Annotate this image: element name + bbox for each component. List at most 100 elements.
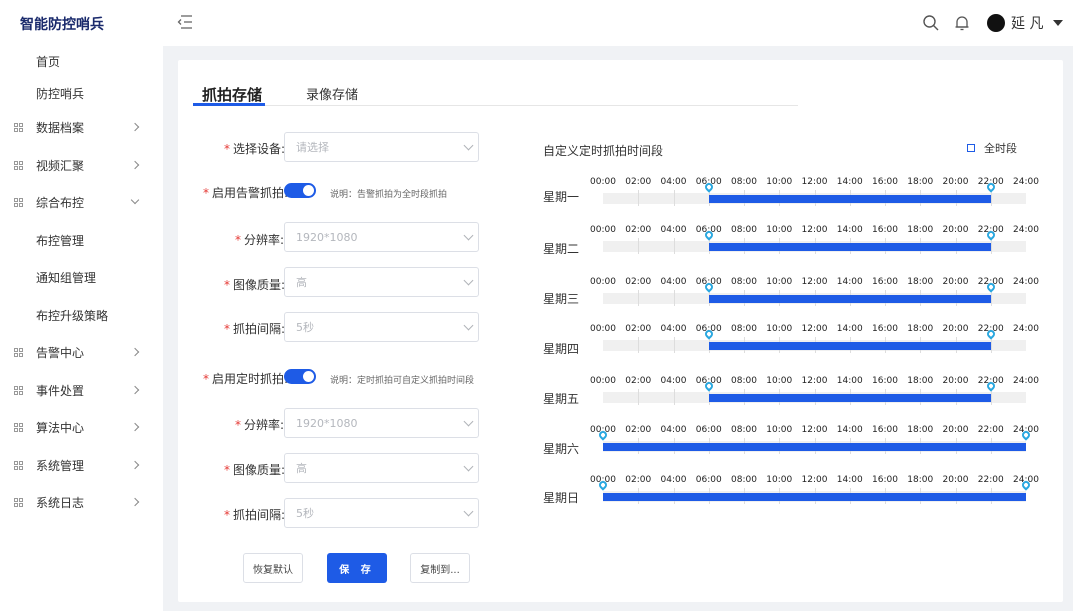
time-tick-label: 06:00: [695, 425, 722, 435]
timeline-gridline: [638, 238, 640, 254]
chevron-right-icon: [130, 122, 140, 132]
tab-video-storage[interactable]: 录像存储: [306, 84, 358, 103]
time-tick-label: 02:00: [625, 475, 652, 485]
sidebar-item[interactable]: 首页: [0, 46, 163, 76]
time-tick-label: 16:00: [872, 277, 898, 287]
time-tick-label: 10:00: [766, 475, 793, 485]
time-tick-label: 04:00: [660, 376, 687, 386]
time-tick-label: 12:00: [801, 277, 828, 287]
sidebar-item[interactable]: 系统管理: [0, 450, 163, 480]
scheduled-time-range[interactable]: [603, 443, 1026, 451]
scheduled-time-range[interactable]: [603, 493, 1026, 501]
timeline-gridline: [638, 290, 640, 306]
chevron-down-icon: [463, 140, 474, 151]
timed-interval-select[interactable]: 5秒: [284, 498, 479, 528]
chevron-right-icon: [130, 385, 140, 395]
time-tick-label: 04:00: [660, 277, 687, 287]
caret-down-icon: [1053, 20, 1064, 26]
sidebar-item-label: 防控哨兵: [36, 86, 85, 101]
reset-default-button[interactable]: 恢复默认: [243, 553, 303, 583]
time-tick-label: 22:00: [977, 425, 1004, 435]
sidebar-item-label: 算法中心: [36, 420, 85, 435]
resolution-label: * 分辨率:: [235, 233, 285, 247]
sidebar-item[interactable]: 事件处置: [0, 375, 163, 405]
timed-snapshot-note: 说明：定时抓拍可自定义抓拍时间段: [330, 376, 475, 386]
sidebar-item-label: 数据档案: [36, 120, 85, 135]
sidebar-item[interactable]: 布控升级策略: [0, 300, 163, 330]
interval-label: * 抓拍间隔:: [224, 322, 286, 336]
timed-snapshot-toggle[interactable]: [284, 369, 316, 384]
menu-grid-icon: [14, 422, 23, 432]
weekday-label: 星期三: [543, 292, 580, 306]
time-tick-label: 18:00: [907, 475, 934, 485]
chevron-down-icon: [463, 320, 474, 331]
interval-select[interactable]: 5秒: [284, 312, 479, 342]
save-button[interactable]: 保 存: [327, 553, 387, 583]
schedule-title: 自定义定时抓拍时间段: [543, 144, 664, 158]
sidebar-item[interactable]: 算法中心: [0, 412, 163, 442]
timed-snapshot-label: * 启用定时抓拍:: [203, 372, 289, 386]
time-tick-label: 24:00: [1013, 324, 1039, 334]
time-tick-label: 12:00: [801, 376, 828, 386]
timeline-gridline: [638, 389, 640, 405]
time-tick-label: 10:00: [766, 324, 793, 334]
time-tick-label: 04:00: [660, 177, 687, 187]
menu-grid-icon: [14, 197, 23, 207]
time-tick-label: 02:00: [625, 177, 652, 187]
time-tick-label: 00:00: [590, 376, 616, 386]
time-tick-label: 20:00: [942, 177, 969, 187]
time-tick-label: 00:00: [590, 225, 616, 235]
device-label: * 选择设备:: [224, 142, 286, 156]
app-title: 智能防控哨兵: [20, 17, 104, 33]
time-tick-label: 10:00: [766, 225, 793, 235]
time-tick-label: 22:00: [977, 475, 1004, 485]
menu-grid-icon: [14, 122, 23, 132]
weekday-label: 星期五: [543, 392, 580, 406]
alarm-snapshot-note: 说明：告警抓拍为全时段抓拍: [330, 190, 448, 200]
scheduled-time-range[interactable]: [708, 195, 991, 203]
sidebar-item[interactable]: 防控哨兵: [0, 78, 163, 108]
timed-quality-select[interactable]: 高: [284, 453, 479, 483]
bell-icon[interactable]: [953, 14, 971, 32]
sidebar-item[interactable]: 数据档案: [0, 112, 163, 142]
sidebar-item[interactable]: 系统日志: [0, 487, 163, 517]
user-menu[interactable]: 延 凡: [987, 13, 1064, 33]
time-tick-label: 14:00: [836, 225, 863, 235]
sidebar-item[interactable]: 布控管理: [0, 225, 163, 255]
scheduled-time-range[interactable]: [708, 243, 991, 251]
time-tick-label: 18:00: [907, 425, 934, 435]
device-select[interactable]: 请选择: [284, 132, 479, 162]
tab-snapshot-storage[interactable]: 抓拍存储: [202, 84, 262, 105]
sidebar-item[interactable]: 综合布控: [0, 187, 163, 217]
weekday-label: 星期六: [543, 442, 580, 456]
copy-to-button[interactable]: 复制到...: [410, 553, 470, 583]
time-tick-label: 00:00: [590, 277, 616, 287]
sidebar-item[interactable]: 通知组管理: [0, 262, 163, 292]
allday-checkbox[interactable]: 全时段: [967, 140, 1017, 156]
scheduled-time-range[interactable]: [708, 342, 991, 350]
time-tick-label: 08:00: [731, 225, 757, 235]
time-tick-label: 06:00: [695, 475, 722, 485]
scheduled-time-range[interactable]: [708, 394, 991, 402]
search-icon[interactable]: [922, 14, 940, 32]
timed-resolution-select[interactable]: 1920*1080: [284, 408, 479, 438]
time-tick-label: 12:00: [801, 425, 828, 435]
chevron-right-icon: [130, 497, 140, 507]
alarm-snapshot-toggle[interactable]: [284, 183, 316, 198]
sidebar-item[interactable]: 视频汇聚: [0, 150, 163, 180]
timeline-gridline: [638, 190, 640, 206]
time-tick-label: 18:00: [907, 225, 934, 235]
menu-grid-icon: [14, 347, 23, 357]
time-tick-label: 08:00: [731, 376, 757, 386]
time-tick-label: 04:00: [660, 324, 687, 334]
sidebar-item-label: 事件处置: [36, 383, 85, 398]
time-tick-label: 18:00: [907, 277, 934, 287]
resolution-select[interactable]: 1920*1080: [284, 222, 479, 252]
menu-collapse-icon[interactable]: [177, 15, 193, 29]
quality-select[interactable]: 高: [284, 267, 479, 297]
timeline-gridline: [673, 337, 675, 353]
time-tick-label: 12:00: [801, 475, 828, 485]
scheduled-time-range[interactable]: [708, 295, 991, 303]
sidebar-item[interactable]: 告警中心: [0, 337, 163, 367]
tabs-divider: [193, 105, 798, 106]
